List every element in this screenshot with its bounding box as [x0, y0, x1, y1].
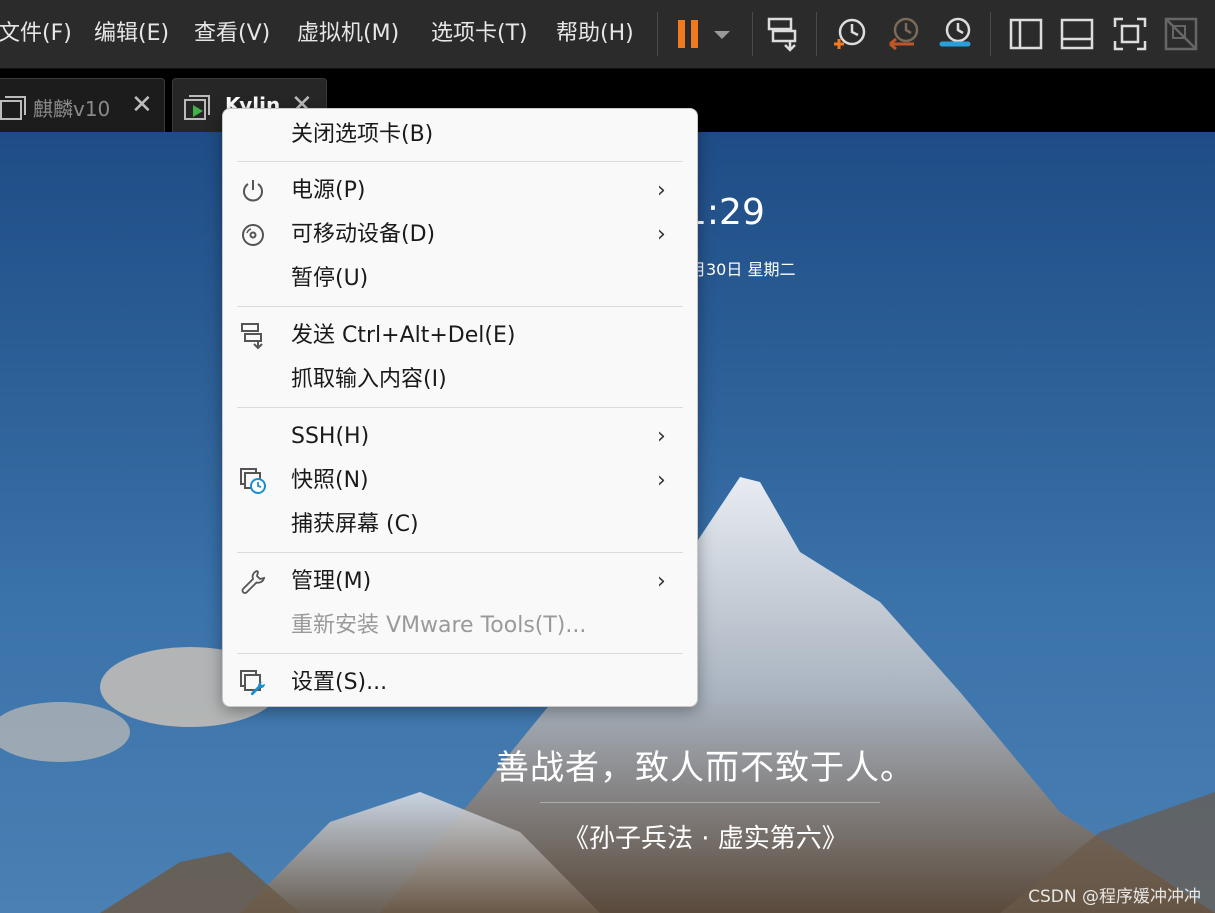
- menu-item-ssh[interactable]: SSH(H) ›: [223, 415, 697, 459]
- menu-item-label: 暂停(U): [291, 266, 369, 291]
- menu-item-label: 设置(S)...: [291, 670, 388, 695]
- watermark: CSDN @程序媛冲冲冲: [1028, 887, 1201, 907]
- send-ctrl-alt-del-icon[interactable]: [764, 14, 804, 54]
- menu-item-capture-screen[interactable]: 捕获屏幕 (C): [223, 503, 697, 547]
- menu-item-label: SSH(H): [291, 424, 370, 449]
- menu-help[interactable]: 帮助(H): [556, 18, 634, 50]
- menu-item-label: 可移动设备(D): [291, 222, 436, 247]
- menu-item-label: 重新安装 VMware Tools(T)...: [291, 613, 587, 638]
- fullscreen-icon[interactable]: [1110, 14, 1150, 54]
- menu-item-power[interactable]: 电源(P) ›: [223, 169, 697, 213]
- tab-kylin-v10[interactable]: 麒麟v10 ✕: [0, 78, 165, 133]
- toolbar-separator: [816, 12, 817, 56]
- menu-item-snapshot[interactable]: 快照(N) ›: [223, 459, 697, 503]
- tab-context-menu: 关闭选项卡(B) 电源(P) › 可移动设备(D) › 暂停(U) 发送 Ctr…: [222, 108, 698, 707]
- sidebar-icon[interactable]: [1006, 14, 1046, 54]
- menu-vm[interactable]: 虚拟机(M): [297, 18, 399, 50]
- toolbar-separator: [752, 12, 753, 56]
- wrench-icon: [239, 568, 267, 596]
- menu-item-label: 快照(N): [291, 468, 369, 493]
- menu-item-pause[interactable]: 暂停(U): [223, 257, 697, 301]
- chevron-right-icon: ›: [657, 424, 666, 449]
- console-view-icon[interactable]: [1057, 14, 1097, 54]
- menu-item-label: 发送 Ctrl+Alt+Del(E): [291, 323, 516, 348]
- menu-item-label: 管理(M): [291, 569, 372, 594]
- menu-item-close-tab[interactable]: 关闭选项卡(B): [223, 113, 697, 157]
- menu-item-label: 捕获屏幕 (C): [291, 512, 419, 537]
- menu-bar: 文件(F) 编辑(E) 查看(V) 虚拟机(M) 选项卡(T) 帮助(H): [0, 0, 1215, 69]
- quote-source: 《孙子兵法 · 虚实第六》: [563, 824, 848, 854]
- menu-tabs[interactable]: 选项卡(T): [431, 18, 528, 50]
- snapshot-manager-icon[interactable]: [936, 14, 976, 54]
- vm-running-icon: [181, 91, 213, 123]
- menu-item-send-ctrl-alt-del[interactable]: 发送 Ctrl+Alt+Del(E): [223, 314, 697, 358]
- dropdown-arrow-icon[interactable]: [706, 14, 738, 54]
- close-icon[interactable]: ✕: [131, 91, 153, 119]
- chevron-right-icon: ›: [657, 468, 666, 493]
- menu-separator: [237, 407, 683, 408]
- settings-icon: [239, 669, 267, 697]
- menu-item-settings[interactable]: 设置(S)...: [223, 661, 697, 705]
- disc-icon: [239, 221, 267, 249]
- menu-item-label: 抓取输入内容(I): [291, 367, 447, 392]
- lock-screen-date: 月30日 星期二: [690, 260, 796, 279]
- power-icon: [239, 177, 267, 205]
- chevron-right-icon: ›: [657, 569, 666, 594]
- toolbar-separator: [990, 12, 991, 56]
- menu-item-grab-input[interactable]: 抓取输入内容(I): [223, 358, 697, 402]
- pause-icon[interactable]: [670, 14, 710, 54]
- menu-file[interactable]: 文件(F): [0, 18, 72, 50]
- quote-divider: [540, 802, 880, 803]
- menu-item-manage[interactable]: 管理(M) ›: [223, 560, 697, 604]
- menu-separator: [237, 653, 683, 654]
- menu-edit[interactable]: 编辑(E): [94, 18, 169, 50]
- vm-icon: [0, 91, 27, 123]
- menu-separator: [237, 306, 683, 307]
- menu-separator: [237, 552, 683, 553]
- unity-icon[interactable]: [1161, 14, 1201, 54]
- revert-snapshot-icon[interactable]: [884, 14, 924, 54]
- menu-item-label: 电源(P): [291, 178, 366, 203]
- menu-item-removable-devices[interactable]: 可移动设备(D) ›: [223, 213, 697, 257]
- toolbar-separator: [657, 12, 658, 56]
- menu-item-reinstall-vmware-tools: 重新安装 VMware Tools(T)...: [223, 604, 697, 648]
- take-snapshot-icon[interactable]: [830, 14, 870, 54]
- chevron-right-icon: ›: [657, 222, 666, 247]
- snapshot-icon: [239, 467, 267, 495]
- menu-item-label: 关闭选项卡(B): [291, 122, 434, 147]
- send-keys-icon: [239, 322, 267, 350]
- chevron-right-icon: ›: [657, 178, 666, 203]
- lock-screen-quote: 善战者，致人而不致于人。: [495, 748, 915, 788]
- menu-separator: [237, 161, 683, 162]
- tab-label: 麒麟v10: [33, 97, 111, 121]
- menu-view[interactable]: 查看(V): [194, 18, 270, 50]
